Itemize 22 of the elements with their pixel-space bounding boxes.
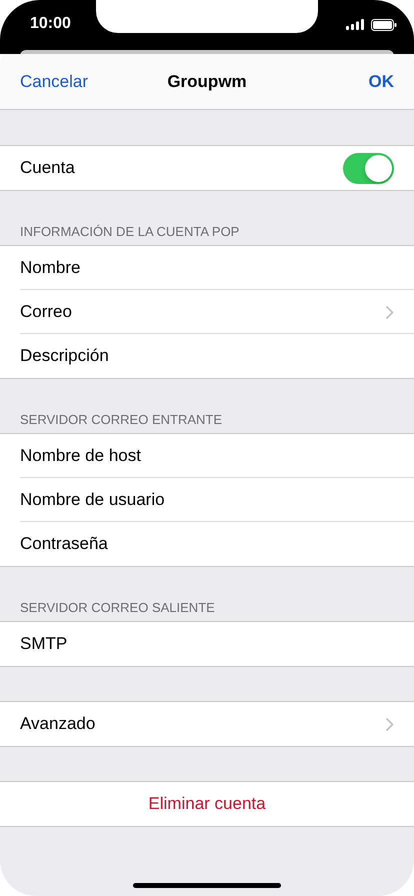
row-label[interactable]: Correo xyxy=(20,302,72,322)
row-label: SMTP xyxy=(20,634,68,654)
cancel-button[interactable]: Cancelar xyxy=(20,72,88,92)
battery-icon xyxy=(371,18,397,30)
chevron-icon xyxy=(386,306,394,318)
row-label: Nombre de usuario xyxy=(20,490,165,510)
row-label: Nombre xyxy=(20,258,80,278)
ok-button[interactable]: OK xyxy=(368,72,394,92)
account-toggle[interactable] xyxy=(343,152,394,184)
row-label: Contraseña xyxy=(20,534,108,554)
row-label[interactable]: Avanzado xyxy=(20,714,96,734)
nav-title: Groupwm xyxy=(167,72,247,92)
section-header: SERVIDOR CORREO SALIENTE xyxy=(20,600,215,615)
status-time: 10:00 xyxy=(30,15,71,33)
section-header: INFORMACIÓN DE LA CUENTA POP xyxy=(20,224,240,239)
row-label: Descripción xyxy=(20,346,109,366)
section-header: SERVIDOR CORREO ENTRANTE xyxy=(20,412,222,427)
signal-icon xyxy=(346,19,364,30)
row-label: Cuenta xyxy=(20,158,75,178)
row-label: Nombre de host xyxy=(20,446,141,466)
chevron-icon xyxy=(386,718,394,730)
delete-account-button[interactable]: Eliminar cuenta xyxy=(148,794,266,814)
